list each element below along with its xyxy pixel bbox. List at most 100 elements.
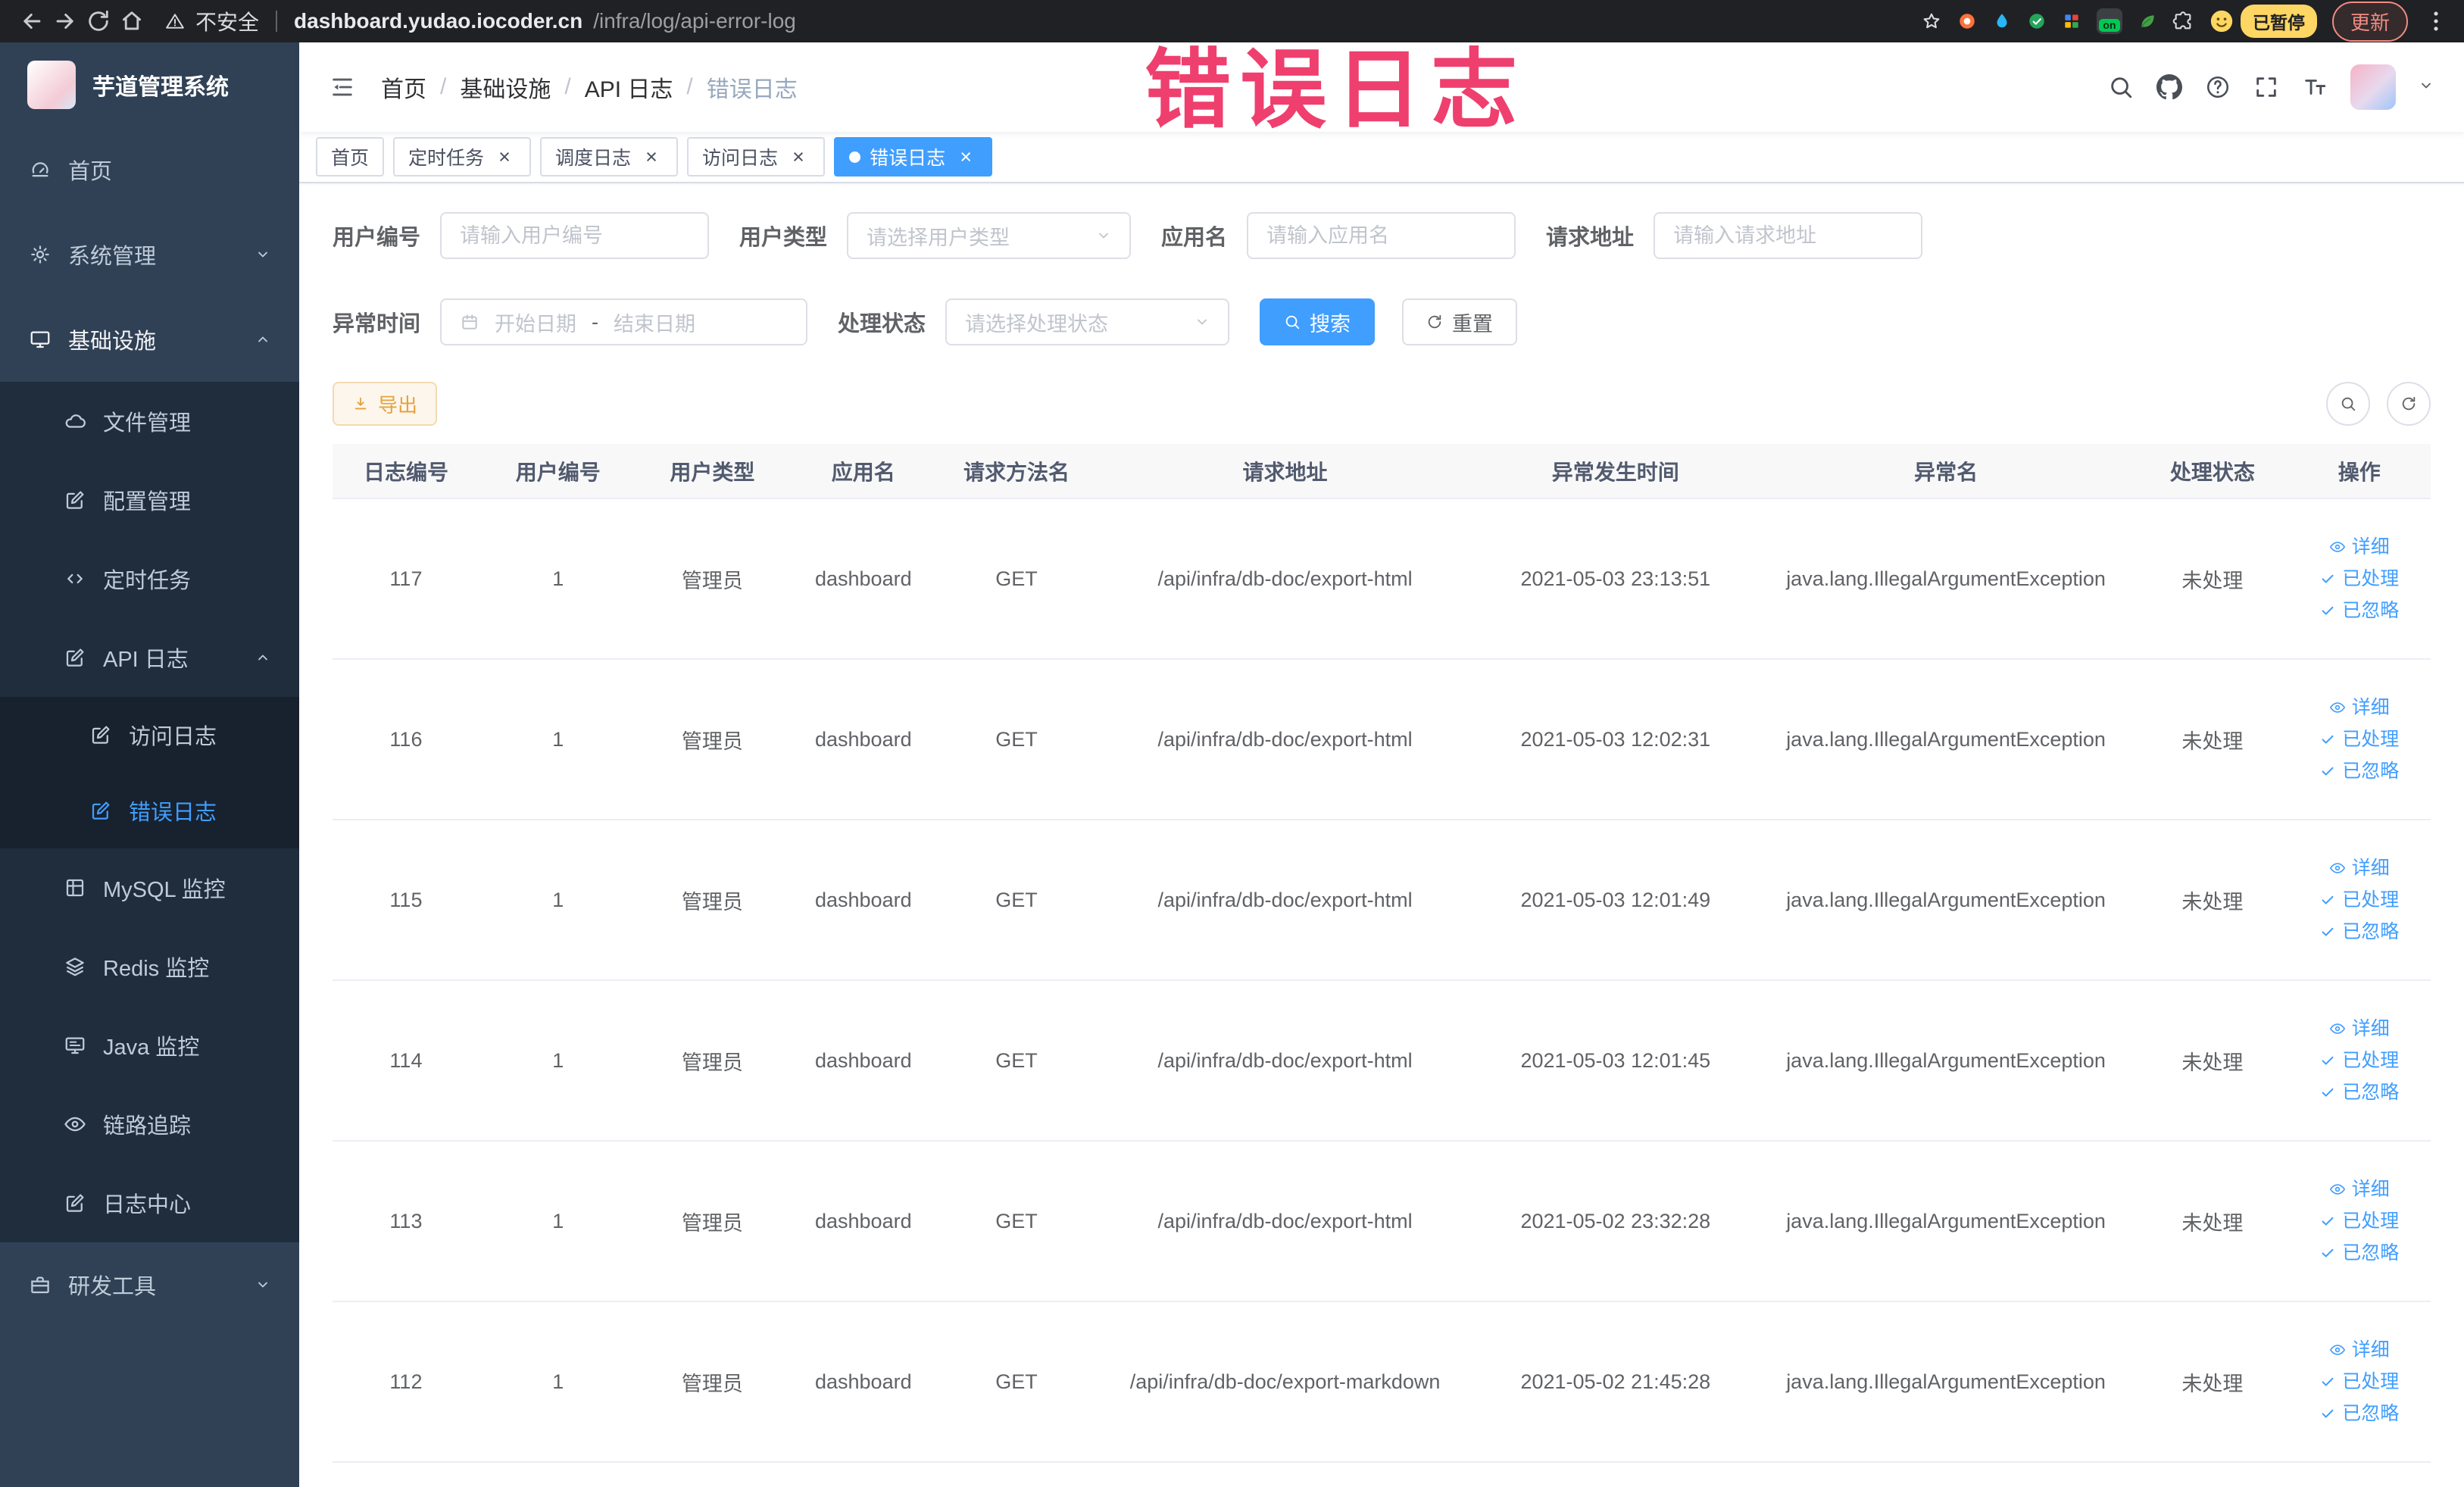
reset-button[interactable]: 重置 bbox=[1402, 298, 1518, 345]
sidebar-item-access-log[interactable]: 访问日志 bbox=[0, 697, 299, 773]
toggle-search-button[interactable] bbox=[2326, 382, 2370, 426]
sidebar-item-infra[interactable]: 基础设施 bbox=[0, 297, 299, 382]
processed-link[interactable]: 已处理 bbox=[2319, 889, 2399, 911]
sidebar-item-label: 研发工具 bbox=[68, 1275, 157, 1299]
sidebar-item-file[interactable]: 文件管理 bbox=[0, 382, 299, 461]
gear-icon bbox=[31, 245, 49, 264]
user-id-input[interactable] bbox=[440, 212, 710, 259]
detail-link[interactable]: 详细 bbox=[2329, 1017, 2390, 1040]
row-actions: 详细 已处理 已忽略 bbox=[2296, 1178, 2423, 1264]
processed-link[interactable]: 已处理 bbox=[2319, 1370, 2399, 1393]
user-id-label: 用户编号 bbox=[333, 226, 421, 250]
help-icon[interactable] bbox=[2205, 74, 2231, 100]
address-bar[interactable]: 不安全 dashboard.yudao.iocoder.cn/infra/log… bbox=[165, 6, 796, 36]
sidebar-item-error-log[interactable]: 错误日志 bbox=[0, 773, 299, 848]
back-icon[interactable] bbox=[15, 5, 48, 38]
sidebar-item-label: 系统管理 bbox=[68, 245, 157, 269]
sidebar-item-label: 链路追踪 bbox=[103, 1114, 192, 1139]
header-search-icon[interactable] bbox=[2108, 74, 2134, 100]
sidebar-item-job[interactable]: 定时任务 bbox=[0, 539, 299, 618]
processed-link[interactable]: 已处理 bbox=[2319, 1049, 2399, 1072]
detail-link[interactable]: 详细 bbox=[2329, 1178, 2390, 1201]
sidebar-toggle-icon[interactable] bbox=[329, 74, 355, 100]
extension-grid-icon[interactable] bbox=[2062, 11, 2081, 31]
ignored-link[interactable]: 已忽略 bbox=[2319, 1081, 2399, 1104]
refresh-table-button[interactable] bbox=[2387, 382, 2431, 426]
chrome-update-button[interactable]: 更新 bbox=[2331, 1, 2408, 42]
search-button[interactable]: 搜索 bbox=[1260, 298, 1376, 345]
ignored-link[interactable]: 已忽略 bbox=[2319, 1402, 2399, 1425]
avatar-caret-icon[interactable] bbox=[2419, 78, 2434, 97]
kebab-menu-icon[interactable] bbox=[2423, 8, 2449, 34]
exception-time-range[interactable]: 开始日期 - 结束日期 bbox=[440, 298, 808, 345]
breadcrumb-item[interactable]: API 日志 bbox=[585, 70, 673, 104]
ignored-link[interactable]: 已忽略 bbox=[2319, 760, 2399, 783]
check-icon bbox=[2322, 735, 2334, 744]
extension-orange-icon[interactable] bbox=[1957, 11, 1977, 31]
export-button[interactable]: 导出 bbox=[333, 382, 438, 426]
font-size-icon[interactable] bbox=[2302, 74, 2328, 100]
ignored-link[interactable]: 已忽略 bbox=[2319, 1242, 2399, 1264]
detail-link[interactable]: 详细 bbox=[2329, 1339, 2390, 1361]
home-icon[interactable] bbox=[115, 5, 148, 38]
sidebar-item-mysql[interactable]: MySQL 监控 bbox=[0, 848, 299, 927]
forward-icon[interactable] bbox=[48, 5, 82, 38]
sidebar-item-java[interactable]: Java 监控 bbox=[0, 1006, 299, 1085]
profile-chip[interactable]: 已暂停 bbox=[2209, 5, 2317, 38]
extensions-puzzle-icon[interactable] bbox=[2172, 11, 2194, 32]
logo-image bbox=[27, 61, 76, 109]
extension-drop-icon[interactable] bbox=[1992, 11, 2012, 31]
tab-job-log[interactable]: 调度日志 bbox=[540, 137, 679, 177]
sidebar-item-redis[interactable]: Redis 监控 bbox=[0, 927, 299, 1006]
sidebar-item-config[interactable]: 配置管理 bbox=[0, 461, 299, 539]
github-icon[interactable] bbox=[2156, 74, 2182, 100]
close-tab-icon[interactable] bbox=[787, 145, 810, 168]
close-tab-icon[interactable] bbox=[640, 145, 663, 168]
check-icon bbox=[2322, 606, 2334, 615]
cell-log-id: 113 bbox=[333, 1141, 479, 1302]
extension-on-badge[interactable]: on bbox=[2096, 8, 2122, 34]
process-status-select[interactable]: 请选择处理状态 bbox=[945, 298, 1230, 345]
app-name-input[interactable] bbox=[1247, 212, 1516, 259]
sidebar-item-api-log[interactable]: API 日志 bbox=[0, 618, 299, 697]
tab-error-log[interactable]: 错误日志 bbox=[834, 137, 993, 177]
eye-icon bbox=[2329, 702, 2345, 713]
extension-check-icon[interactable] bbox=[2027, 11, 2047, 31]
cell-user-id: 1 bbox=[479, 980, 637, 1142]
cell-app-name: dashboard bbox=[788, 1301, 939, 1463]
breadcrumb-item[interactable]: 首页 bbox=[381, 70, 426, 104]
chevron-down-icon bbox=[1198, 319, 1207, 325]
breadcrumb-item[interactable]: 基础设施 bbox=[460, 70, 551, 104]
close-tab-icon[interactable] bbox=[954, 145, 977, 168]
detail-link[interactable]: 详细 bbox=[2329, 696, 2390, 719]
tab-job[interactable]: 定时任务 bbox=[393, 137, 532, 177]
sidebar-item-system[interactable]: 系统管理 bbox=[0, 212, 299, 297]
detail-link[interactable]: 详细 bbox=[2329, 536, 2390, 558]
sidebar-item-dev-tools[interactable]: 研发工具 bbox=[0, 1242, 299, 1327]
sidebar-item-trace[interactable]: 链路追踪 bbox=[0, 1085, 299, 1164]
detail-link[interactable]: 详细 bbox=[2329, 857, 2390, 879]
user-type-select[interactable]: 请选择用户类型 bbox=[847, 212, 1132, 259]
refresh-icon bbox=[1428, 314, 1441, 329]
tab-access-log[interactable]: 访问日志 bbox=[687, 137, 826, 177]
cell-time: 2021-05-03 23:13:51 bbox=[1476, 498, 1756, 660]
processed-link[interactable]: 已处理 bbox=[2319, 567, 2399, 590]
extension-leaf-icon[interactable] bbox=[2138, 11, 2157, 31]
request-url-input[interactable] bbox=[1654, 212, 1923, 259]
ignored-link[interactable]: 已忽略 bbox=[2319, 599, 2399, 622]
processed-link[interactable]: 已处理 bbox=[2319, 1210, 2399, 1232]
sidebar-item-home[interactable]: 首页 bbox=[0, 127, 299, 212]
user-avatar[interactable] bbox=[2350, 64, 2396, 110]
close-tab-icon[interactable] bbox=[493, 145, 516, 168]
sidebar-item-log-center[interactable]: 日志中心 bbox=[0, 1164, 299, 1242]
fullscreen-icon[interactable] bbox=[2253, 74, 2279, 100]
processed-link[interactable]: 已处理 bbox=[2319, 728, 2399, 751]
sidebar-item-label: 配置管理 bbox=[103, 490, 192, 514]
grid-icon bbox=[66, 879, 84, 897]
ignored-link[interactable]: 已忽略 bbox=[2319, 920, 2399, 943]
tab-home[interactable]: 首页 bbox=[316, 137, 385, 177]
filter-row-2: 异常时间 开始日期 - 结束日期 处理状态 请选择处理状态 搜索 重置 bbox=[333, 298, 2431, 345]
bookmark-star-icon[interactable] bbox=[1921, 11, 1942, 32]
reload-icon[interactable] bbox=[82, 5, 115, 38]
app-logo[interactable]: 芋道管理系统 bbox=[0, 42, 299, 127]
